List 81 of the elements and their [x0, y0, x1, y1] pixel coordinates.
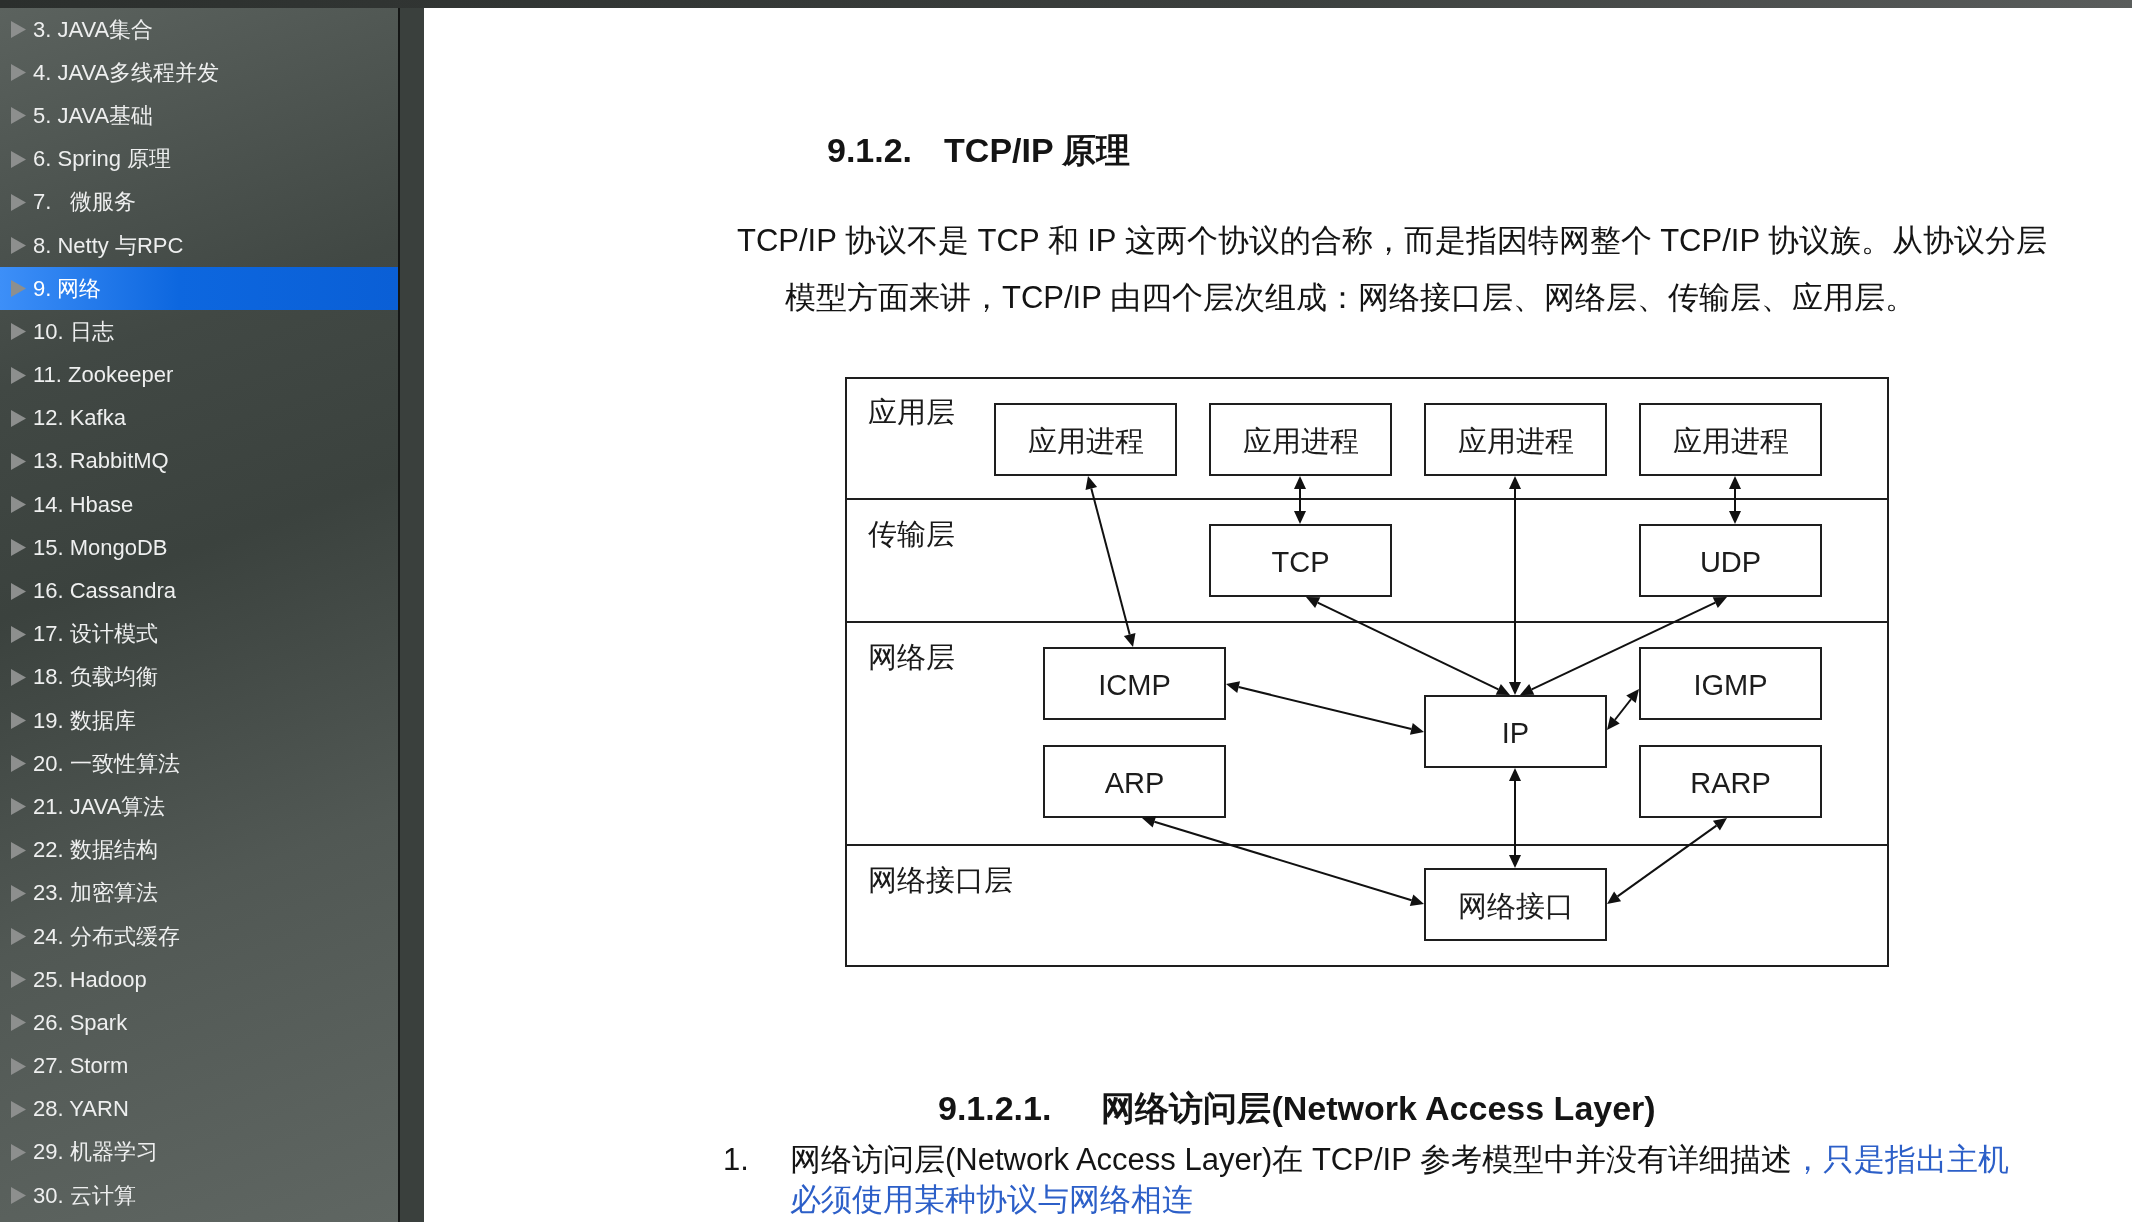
- disclosure-triangle-icon[interactable]: [11, 64, 26, 82]
- sidebar-item[interactable]: 3. JAVA集合: [0, 8, 398, 52]
- connector-arrow: [1729, 476, 1741, 524]
- disclosure-triangle-icon[interactable]: [11, 582, 26, 600]
- protocol-node: TCP: [1209, 524, 1392, 597]
- protocol-node: 应用进程: [1424, 403, 1607, 476]
- sidebar-item[interactable]: 28. YARN: [0, 1087, 398, 1131]
- connector-arrow: [1294, 476, 1306, 524]
- pane-splitter[interactable]: [398, 8, 424, 1222]
- disclosure-triangle-icon[interactable]: [11, 798, 26, 816]
- disclosure-triangle-icon[interactable]: [11, 668, 26, 686]
- disclosure-triangle-icon[interactable]: [11, 928, 26, 946]
- body-paragraph: TCP/IP 协议不是 TCP 和 IP 这两个协议的合称，而是指因特网整个 TCP/IP 协议族。从协议分层模型方面来讲，TCP/IP 由四个层次组成：网络接口层、网络层、传输层、应用层。: [736, 222, 2049, 317]
- subsection-title: 网络访问层(Network Access Layer): [1101, 1088, 1656, 1129]
- disclosure-triangle-icon[interactable]: [11, 496, 26, 514]
- sidebar-item[interactable]: 15. MongoDB: [0, 526, 398, 570]
- disclosure-triangle-icon[interactable]: [11, 107, 26, 125]
- protocol-node: IP: [1424, 695, 1607, 768]
- sidebar-item[interactable]: 19. 数据库: [0, 699, 398, 743]
- disclosure-triangle-icon[interactable]: [11, 150, 26, 168]
- sidebar-item[interactable]: 29. 机器学习: [0, 1130, 398, 1175]
- subsection-number: 9.1.2.1.: [938, 1088, 1052, 1129]
- disclosure-triangle-icon[interactable]: [11, 1187, 26, 1205]
- disclosure-triangle-icon[interactable]: [11, 539, 26, 557]
- disclosure-triangle-icon[interactable]: [11, 323, 26, 341]
- disclosure-triangle-icon[interactable]: [11, 452, 26, 470]
- layer-label: 网络层: [868, 641, 955, 673]
- disclosure-triangle-icon[interactable]: [11, 1100, 26, 1118]
- sidebar-item[interactable]: 10. 日志: [0, 310, 398, 354]
- disclosure-triangle-icon[interactable]: [11, 884, 26, 902]
- sidebar-item[interactable]: 26. Spark: [0, 1001, 398, 1045]
- list-marker: 1.: [723, 1141, 750, 1179]
- sidebar-item[interactable]: 21. JAVA算法: [0, 785, 398, 829]
- sidebar-item[interactable]: 20. 一致性算法: [0, 742, 398, 786]
- protocol-node: ARP: [1043, 745, 1226, 818]
- disclosure-triangle-icon[interactable]: [11, 237, 26, 255]
- disclosure-triangle-icon[interactable]: [11, 193, 26, 211]
- disclosure-triangle-icon[interactable]: [11, 755, 26, 773]
- sidebar-item[interactable]: 24. 分布式缓存: [0, 914, 398, 959]
- protocol-node: 网络接口: [1424, 868, 1607, 941]
- sidebar-item[interactable]: 23. 加密算法: [0, 871, 398, 915]
- sidebar-item[interactable]: 7. 微服务: [0, 180, 398, 224]
- protocol-node: IGMP: [1639, 647, 1822, 720]
- disclosure-triangle-icon[interactable]: [11, 712, 26, 730]
- sidebar-item[interactable]: 12. Kafka: [0, 396, 398, 440]
- disclosure-triangle-icon[interactable]: [11, 841, 26, 859]
- disclosure-triangle-icon[interactable]: [11, 1143, 26, 1161]
- disclosure-triangle-icon[interactable]: [11, 1014, 26, 1032]
- disclosure-triangle-icon[interactable]: [11, 625, 26, 643]
- sidebar-item[interactable]: 25. Hadoop: [0, 958, 398, 1002]
- sidebar-item[interactable]: 18. 负载均衡: [0, 655, 398, 699]
- sidebar-item[interactable]: 11. Zookeeper: [0, 353, 398, 397]
- sidebar-item[interactable]: 17. 设计模式: [0, 612, 398, 656]
- sidebar-item[interactable]: 22. 数据结构: [0, 828, 398, 872]
- disclosure-triangle-icon[interactable]: [11, 409, 26, 427]
- disclosure-triangle-icon[interactable]: [11, 971, 26, 989]
- protocol-node: 应用进程: [994, 403, 1177, 476]
- protocol-node: RARP: [1639, 745, 1822, 818]
- disclosure-triangle-icon[interactable]: [11, 1057, 26, 1075]
- layer-label: 网络接口层: [868, 864, 1013, 896]
- layer-label: 应用层: [868, 396, 955, 428]
- protocol-node: UDP: [1639, 524, 1822, 597]
- sidebar-item[interactable]: 14. Hbase: [0, 483, 398, 527]
- sidebar-item[interactable]: 5. JAVA基础: [0, 94, 398, 138]
- protocol-node: 应用进程: [1209, 403, 1392, 476]
- sidebar-item[interactable]: 13. RabbitMQ: [0, 439, 398, 484]
- sidebar-item[interactable]: 27. Storm: [0, 1044, 398, 1088]
- list-item-text: 网络访问层(Network Access Layer)在 TCP/IP 参考模型中并没有详细描述，只是指出主机必须使用某种协议与网络相连: [790, 1141, 2010, 1219]
- protocol-node: ICMP: [1043, 647, 1226, 720]
- sidebar-item[interactable]: 4. JAVA多线程并发: [0, 51, 398, 95]
- disclosure-triangle-icon[interactable]: [11, 366, 26, 384]
- sidebar-item[interactable]: 8. Netty 与RPC: [0, 223, 398, 268]
- section-number: 9.1.2.: [827, 130, 913, 171]
- sidebar-item[interactable]: 16. Cassandra: [0, 569, 398, 613]
- layer-label: 传输层: [868, 518, 955, 550]
- sidebar-item[interactable]: 9. 网络: [0, 267, 398, 311]
- section-title: TCP/IP 原理: [944, 130, 1131, 171]
- protocol-node: 应用进程: [1639, 403, 1822, 476]
- disclosure-triangle-icon[interactable]: [11, 21, 26, 39]
- sidebar-item[interactable]: 30. 云计算: [0, 1174, 398, 1218]
- sidebar-item[interactable]: 6. Spring 原理: [0, 137, 398, 181]
